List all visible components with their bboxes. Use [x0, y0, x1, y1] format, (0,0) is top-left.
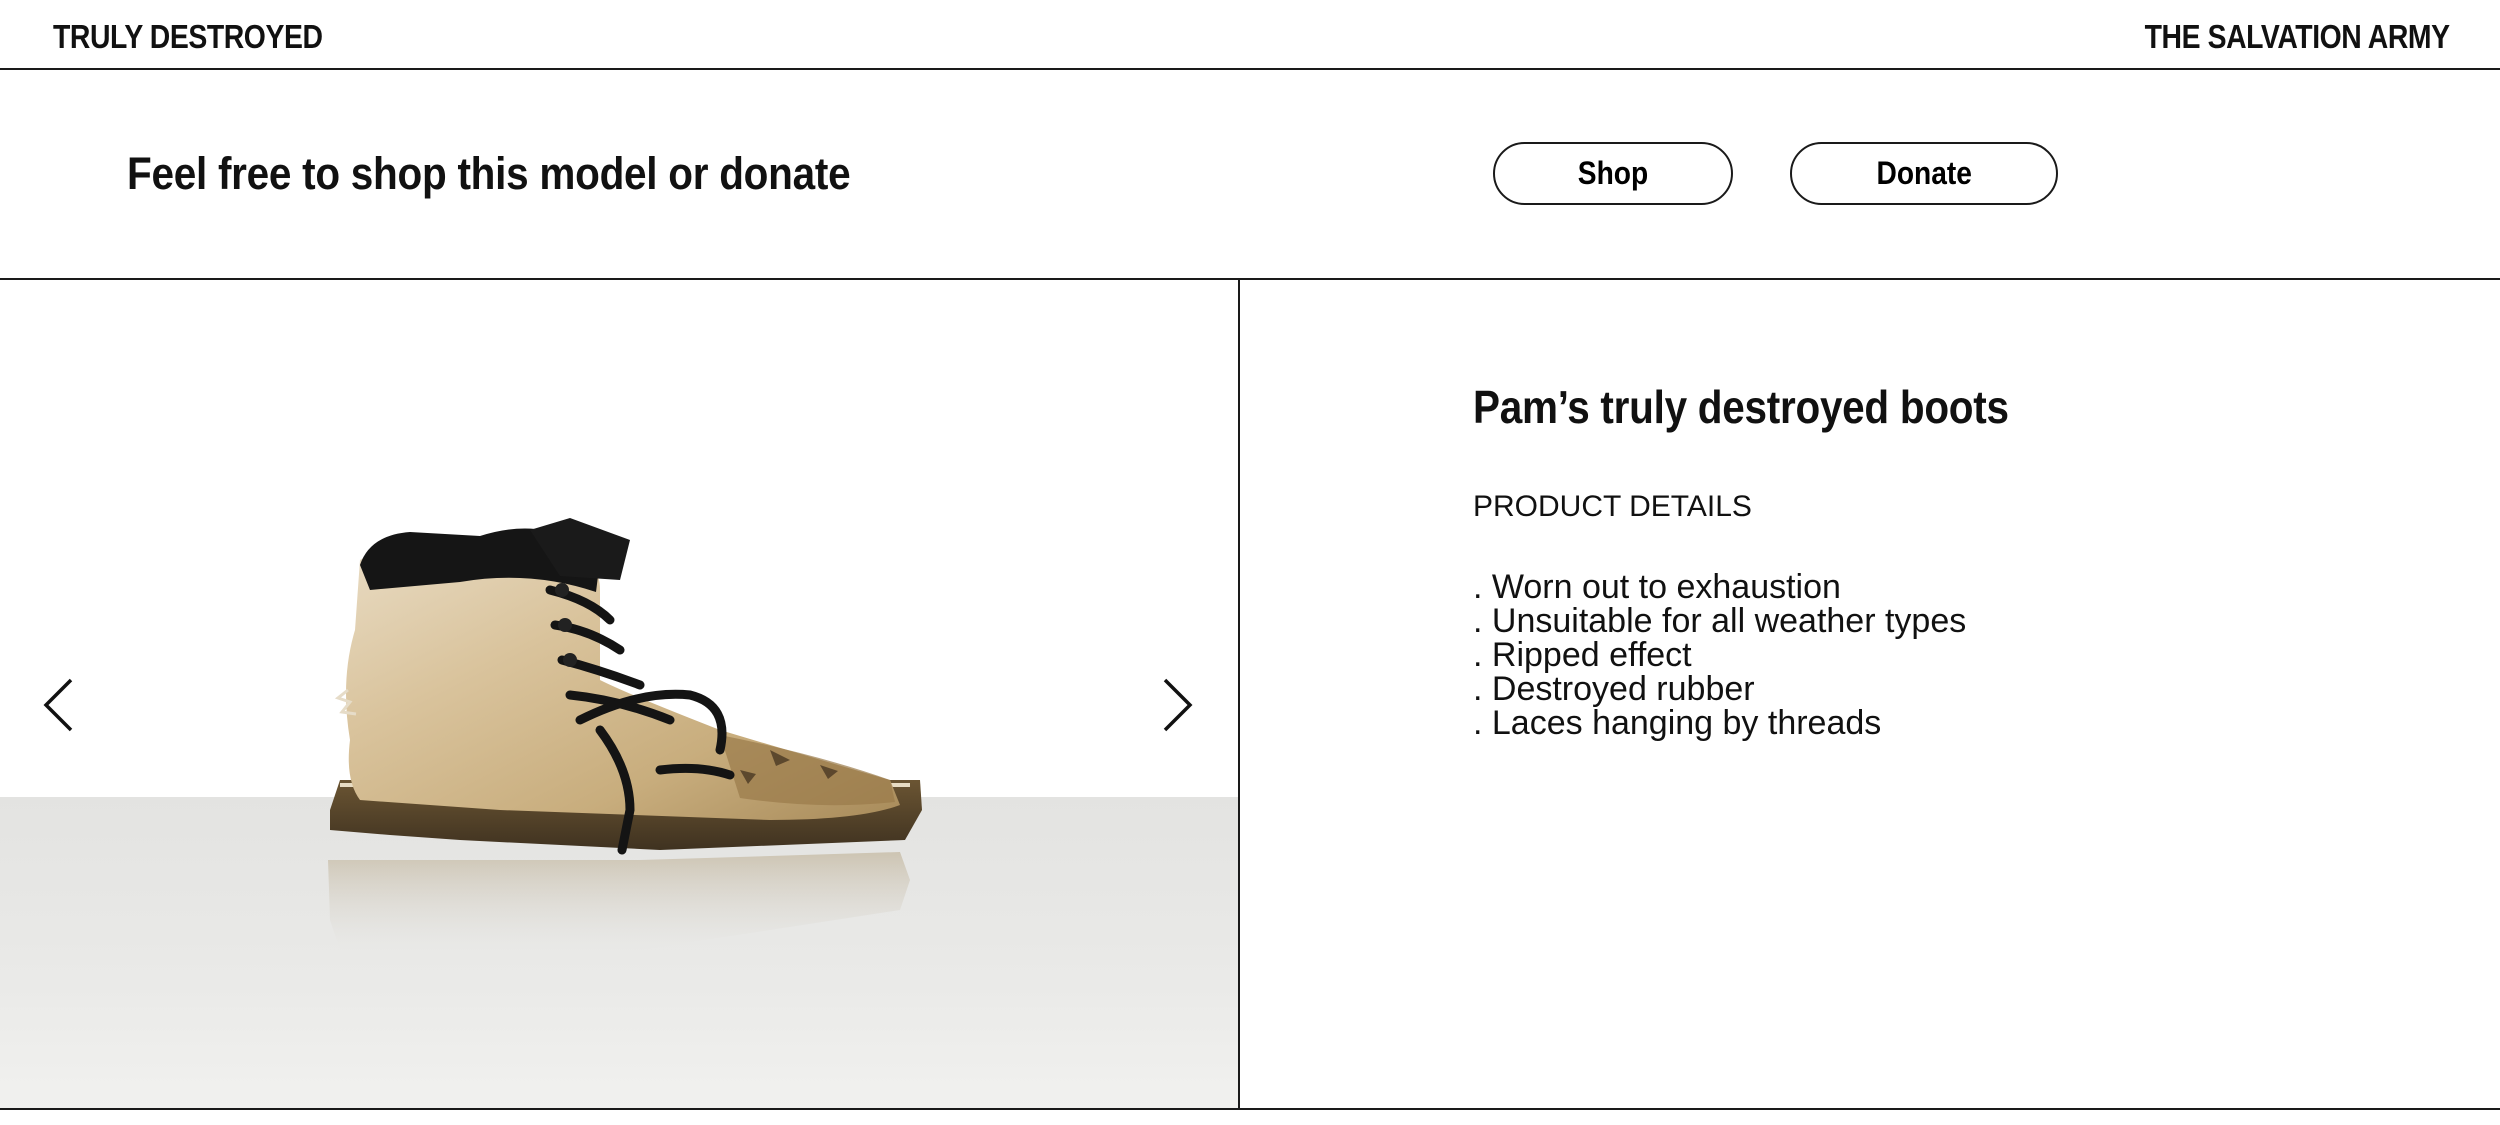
boot-image	[328, 518, 922, 950]
brand-logo[interactable]: TRULY DESTROYED	[53, 18, 323, 56]
product-section: Pam’s truly destroyed boots PRODUCT DETA…	[0, 280, 2500, 1110]
feature-item: . Destroyed rubber	[1473, 670, 1755, 708]
feature-list: . Worn out to exhaustion . Unsuitable fo…	[1473, 570, 1966, 740]
product-details-label: PRODUCT DETAILS	[1473, 490, 1752, 523]
donate-button[interactable]: Donate	[1790, 142, 2058, 205]
product-gallery	[0, 280, 1240, 1108]
donate-button-label: Donate	[1876, 155, 1972, 191]
feature-item: . Laces hanging by threads	[1473, 704, 1882, 742]
product-details-panel: Pam’s truly destroyed boots PRODUCT DETA…	[1241, 280, 2500, 1108]
action-bar: Feel free to shop this model or donate S…	[0, 70, 2500, 280]
shop-button-label: Shop	[1577, 155, 1649, 191]
gallery-next-button[interactable]	[1148, 665, 1208, 745]
partner-logo[interactable]: THE SALVATION ARMY	[2145, 18, 2450, 56]
top-bar: TRULY DESTROYED THE SALVATION ARMY	[0, 0, 2500, 70]
feature-item: . Ripped effect	[1473, 636, 1692, 674]
feature-item: . Unsuitable for all weather types	[1473, 602, 1967, 640]
gallery-prev-button[interactable]	[28, 665, 88, 745]
feature-item: . Worn out to exhaustion	[1473, 568, 1841, 606]
page-headline: Feel free to shop this model or donate	[127, 148, 851, 199]
shop-button[interactable]: Shop	[1493, 142, 1733, 205]
product-title: Pam’s truly destroyed boots	[1473, 381, 2009, 433]
chevron-right-icon	[1163, 678, 1193, 732]
chevron-left-icon	[43, 678, 73, 732]
